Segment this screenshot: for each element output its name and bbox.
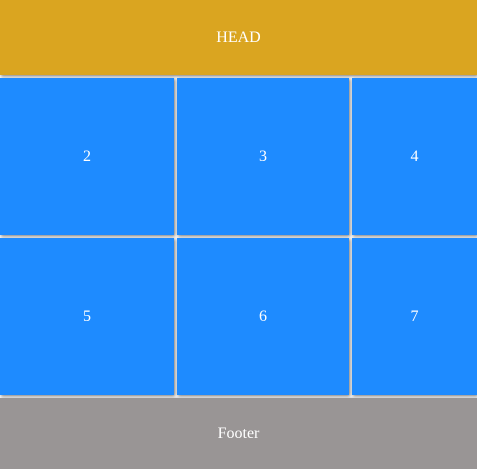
grid-cell-4: 4 xyxy=(352,78,477,235)
grid-layout-page: HEAD 2 3 4 5 6 7 Footer xyxy=(0,0,477,469)
grid-cell-label: 5 xyxy=(83,307,91,325)
grid-cell-3: 3 xyxy=(177,78,349,235)
grid-cell-label: 6 xyxy=(259,307,267,325)
grid-cell-2: 2 xyxy=(0,78,174,235)
grid-cell-label: 2 xyxy=(83,147,91,165)
header-block: HEAD xyxy=(0,0,477,75)
grid-cell-label: 3 xyxy=(259,147,267,165)
grid-cell-5: 5 xyxy=(0,238,174,395)
grid-cell-6: 6 xyxy=(177,238,349,395)
header-label: HEAD xyxy=(216,28,261,46)
grid-cell-7: 7 xyxy=(352,238,477,395)
footer-block: Footer xyxy=(0,398,477,469)
footer-label: Footer xyxy=(217,424,260,442)
grid-cell-label: 7 xyxy=(410,307,419,325)
grid-cell-label: 4 xyxy=(410,147,419,165)
